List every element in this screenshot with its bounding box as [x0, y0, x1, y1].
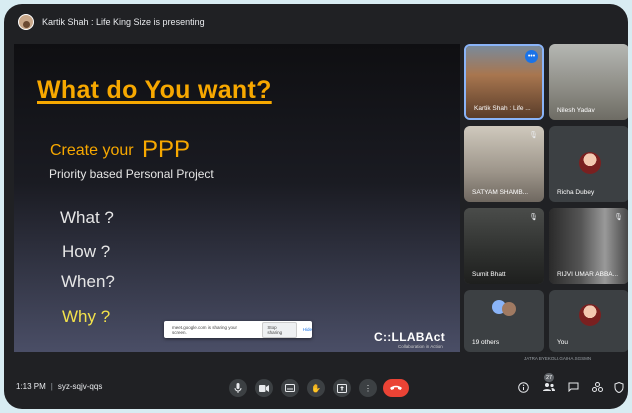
muted-mic-icon: 🎙︎: [529, 214, 538, 221]
participant-tile-rijvi[interactable]: 🎙︎ RIJVI UMAR ABBA...: [549, 208, 628, 284]
chat-icon[interactable]: [566, 380, 580, 394]
present-icon[interactable]: [333, 379, 351, 397]
participant-tile-others[interactable]: 19 others: [464, 290, 544, 352]
presenter-banner: Kartik Shah : Life King Size is presenti…: [4, 4, 628, 40]
slide-question-what: What ?: [60, 208, 114, 227]
participant-name: You: [557, 339, 568, 346]
participant-avatar: [579, 304, 601, 326]
participant-avatar: [579, 152, 601, 174]
participant-name: Kartik Shah : Life ...: [474, 105, 531, 112]
more-options-icon[interactable]: •••: [525, 50, 538, 63]
presenter-avatar: [18, 14, 34, 30]
people-icon[interactable]: [542, 380, 556, 394]
shared-screen: What do You want? Create your PPP Priori…: [14, 44, 460, 352]
hide-button[interactable]: Hide: [303, 327, 312, 332]
meeting-time: 1:13 PM: [16, 382, 46, 391]
captions-icon[interactable]: [281, 379, 299, 397]
info-icon[interactable]: [516, 380, 530, 394]
watermark: JATRA BYEKOLI.GAIHA.SGSMN: [524, 356, 592, 361]
share-notice-text: meet.google.com is sharing your screen.: [172, 324, 238, 335]
slide-create-text: Create your: [50, 142, 134, 159]
slide-question-how: How ?: [62, 242, 111, 261]
divider: |: [50, 382, 53, 391]
meeting-code: syz-sqjv-qqs: [57, 382, 103, 391]
more-options-icon[interactable]: ⋮: [359, 379, 377, 397]
collabact-tagline: Collaboration in Action: [398, 344, 443, 349]
collabact-logo: C::LLABAct: [374, 330, 445, 344]
participant-name: Nilesh Yadav: [557, 107, 595, 114]
participant-tile-sumit[interactable]: 🎙︎ Sumit Bhatt: [464, 208, 544, 284]
camera-icon[interactable]: [255, 379, 273, 397]
presenter-text: Kartik Shah : Life King Size is presenti…: [42, 17, 205, 27]
muted-mic-icon: 🎙︎: [529, 132, 538, 139]
shield-icon[interactable]: [612, 380, 626, 394]
participant-name: Richa Dubey: [557, 189, 595, 196]
participant-name: Sumit Bhatt: [472, 271, 506, 278]
raise-hand-icon[interactable]: ✋: [307, 379, 325, 397]
slide-question-when: When?: [61, 272, 115, 291]
participant-name: 19 others: [472, 339, 500, 346]
meet-window: Kartik Shah : Life King Size is presenti…: [4, 4, 628, 409]
others-avatar: [502, 302, 516, 316]
muted-mic-icon: 🎙︎: [614, 214, 623, 221]
participant-name: RIJVI UMAR ABBA...: [557, 271, 619, 278]
meeting-info: 1:13 PM | syz-sqjv-qqs: [16, 382, 102, 391]
slide-ppp: PPP: [142, 136, 191, 163]
participant-tile-satyam[interactable]: 🎙︎ SATYAM SHAMB...: [464, 126, 544, 202]
activities-icon[interactable]: [590, 380, 604, 394]
participant-tile-you[interactable]: You: [549, 290, 628, 352]
screen-share-notice: meet.google.com is sharing your screen. …: [164, 321, 312, 338]
slide-title: What do You want?: [37, 76, 272, 104]
participant-tile-richa[interactable]: Richa Dubey: [549, 126, 628, 202]
slide-question-why: Why ?: [62, 307, 111, 326]
participant-tile-kartik[interactable]: ••• Kartik Shah : Life ...: [464, 44, 544, 120]
participant-tile-nilesh[interactable]: Nilesh Yadav: [549, 44, 628, 120]
slide-subtitle: Priority based Personal Project: [49, 167, 214, 181]
stop-sharing-button[interactable]: Stop sharing: [262, 321, 297, 338]
control-bar: 1:13 PM | syz-sqjv-qqs ✋ ⋮ 27: [4, 369, 628, 409]
mic-icon[interactable]: [229, 379, 247, 397]
participant-name: SATYAM SHAMB...: [472, 189, 529, 196]
end-call-icon[interactable]: [383, 379, 409, 397]
